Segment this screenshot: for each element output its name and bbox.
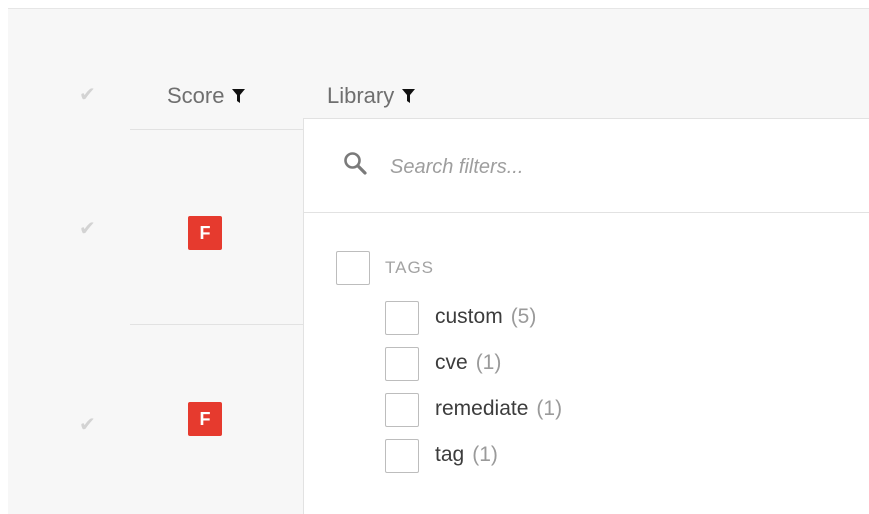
row-select-check-icon[interactable]: ✔ <box>79 219 99 239</box>
tag-option-count: (1) <box>472 443 498 466</box>
tag-option-label: custom <box>435 305 503 328</box>
tag-checkbox-tag[interactable] <box>385 439 419 473</box>
tag-option-label: remediate <box>435 397 529 420</box>
score-filter-icon[interactable] <box>232 89 246 103</box>
tag-checkbox-custom[interactable] <box>385 301 419 335</box>
grade-label: F <box>199 408 211 429</box>
tag-option-cve[interactable]: cve (1) <box>435 351 501 375</box>
tag-option-label: tag <box>435 443 465 466</box>
score-grade-badge: F <box>188 402 222 436</box>
library-filter-dropdown: TAGS custom (5) cve (1) remediate (1) ta… <box>303 118 869 514</box>
library-filter-icon[interactable] <box>402 89 416 103</box>
search-icon <box>344 152 367 175</box>
score-column-header[interactable]: Score <box>167 83 246 109</box>
header-divider <box>130 129 311 130</box>
select-all-check-icon[interactable]: ✔ <box>79 85 99 105</box>
tag-option-tag[interactable]: tag (1) <box>435 443 498 467</box>
filter-search-row <box>304 119 869 213</box>
tags-group-label: TAGS <box>385 258 435 277</box>
tag-option-count: (1) <box>475 351 502 374</box>
tag-option-custom[interactable]: custom (5) <box>435 305 536 329</box>
row-divider <box>130 324 311 325</box>
grade-label: F <box>199 222 211 243</box>
library-column-header[interactable]: Library <box>327 83 416 109</box>
score-grade-badge: F <box>188 216 222 250</box>
library-column-label: Library <box>327 83 395 108</box>
tag-option-remediate[interactable]: remediate (1) <box>435 397 562 421</box>
tag-checkbox-remediate[interactable] <box>385 393 419 427</box>
tag-option-count: (5) <box>510 305 537 328</box>
row-select-check-icon[interactable]: ✔ <box>79 415 99 435</box>
score-column-label: Score <box>167 83 225 108</box>
tag-checkbox-cve[interactable] <box>385 347 419 381</box>
tag-option-label: cve <box>435 351 468 374</box>
tags-group-checkbox[interactable] <box>336 251 370 285</box>
tag-option-count: (1) <box>536 397 563 420</box>
filter-search-input[interactable] <box>390 152 810 182</box>
